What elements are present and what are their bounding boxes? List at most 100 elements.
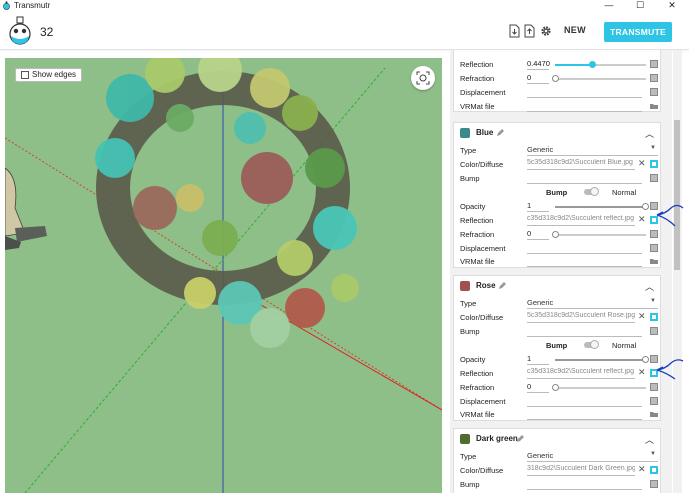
edit-pencil-icon[interactable] [496,128,505,137]
close-button[interactable]: ✕ [656,0,688,12]
import-icon[interactable] [508,24,520,38]
bump-field[interactable] [527,326,642,337]
minimize-button[interactable]: — [593,0,625,12]
transmutr-logo-icon [9,16,31,45]
color-diffuse-path[interactable]: 5c35d318c9d2\Succulent Rose.jpg [527,312,635,323]
opacity-value[interactable]: 1 [527,354,549,365]
material-name: Rose [476,281,496,290]
clear-texture-icon[interactable]: ✕ [638,311,646,322]
texture-active-icon[interactable] [650,160,658,168]
scrollbar-thumb[interactable] [674,120,680,270]
vrmat-field[interactable] [527,101,642,112]
material-header[interactable]: Blue ︿ [454,123,660,141]
texture-icon[interactable] [650,244,658,252]
opacity-slider-knob[interactable] [642,203,649,210]
displacement-row: Displacement [460,243,658,255]
show-edges-toggle[interactable]: Show edges [15,68,83,82]
reflection-path[interactable]: c35d318c9d2\Succulent reflect.jpg [527,215,635,226]
dropdown-arrow-icon: ▼ [650,451,656,457]
opacity-slider[interactable] [555,206,646,208]
maximize-button[interactable]: ☐ [624,0,656,12]
bump-field[interactable] [527,479,642,490]
vrmat-row: VRMat file [460,101,658,113]
settings-gear-icon[interactable] [540,24,552,38]
opacity-slider[interactable] [555,359,646,361]
texture-icon[interactable] [650,327,658,335]
new-button[interactable]: NEW [564,25,586,35]
texture-icon[interactable] [650,230,658,238]
folder-icon[interactable] [650,410,658,418]
opacity-label: Opacity [460,202,486,211]
opacity-row: Opacity 1 [460,354,658,366]
material-name: Blue [476,128,494,137]
texture-icon[interactable] [650,480,658,488]
show-edges-checkbox[interactable] [21,71,29,79]
bump-row: Bump [460,326,658,338]
refraction-slider[interactable] [555,387,646,389]
texture-icon[interactable] [650,74,658,82]
texture-active-icon[interactable] [650,466,658,474]
clear-texture-icon[interactable]: ✕ [638,367,646,378]
bump-normal-toggle-row: Bump Normal [460,340,656,352]
vrmat-field[interactable] [527,409,642,420]
displacement-label: Displacement [460,88,506,97]
color-diffuse-path[interactable]: 5c35d318c9d2\Succulent Blue.jpg [527,159,635,170]
displacement-field[interactable] [527,243,642,254]
texture-icon[interactable] [650,88,658,96]
bump-normal-switch[interactable] [584,340,599,349]
opacity-slider-knob[interactable] [642,356,649,363]
color-diffuse-path[interactable]: 318c9d2\Succulent Dark Green.jpg [527,465,635,476]
refraction-value[interactable]: 0 [527,382,549,393]
refraction-slider-knob[interactable] [552,231,559,238]
reflection-row: Reflection c35d318c9d2\Succulent reflect… [460,367,658,380]
folder-icon[interactable] [650,257,658,265]
texture-icon[interactable] [650,174,658,182]
refraction-slider[interactable] [555,234,646,236]
texture-icon[interactable] [650,397,658,405]
clear-texture-icon[interactable]: ✕ [638,464,646,475]
reset-camera-button[interactable] [411,66,435,90]
reflection-slider-knob[interactable] [589,61,596,68]
edit-pencil-icon[interactable] [516,434,525,443]
color-diffuse-label: Color/Diffuse [460,466,504,475]
panel-scrollbar[interactable] [673,50,682,493]
material-swatch [460,434,470,444]
type-value: Generic [527,451,554,460]
reflection-slider[interactable] [555,64,646,66]
refraction-slider-knob[interactable] [552,384,559,391]
edit-pencil-icon[interactable] [498,281,507,290]
chevron-up-icon[interactable]: ︿ [645,127,654,140]
3d-viewport[interactable]: Show edges [5,58,442,493]
refraction-label: Refraction [460,74,495,83]
type-label: Type [460,299,477,308]
refraction-value[interactable]: 0 [527,229,549,240]
reflection-path[interactable]: c35d318c9d2\Succulent reflect.jpg [527,368,635,379]
bump-normal-switch[interactable] [584,187,599,196]
type-select[interactable]: Generic ▼ [527,451,658,462]
material-card-blue: Blue ︿ Type Generic ▼ Color/Diffuse 5c35d… [453,122,661,268]
folder-icon[interactable] [650,102,658,110]
texture-icon[interactable] [650,60,658,68]
refraction-value[interactable]: 0 [527,73,549,84]
material-header[interactable]: Rose ︿ [454,276,660,294]
clear-texture-icon[interactable]: ✕ [638,158,646,169]
chevron-up-icon[interactable]: ︿ [645,433,654,446]
clear-texture-icon[interactable]: ✕ [638,214,646,225]
export-icon[interactable] [523,24,535,38]
reflection-value[interactable]: 0.4470 [527,59,550,70]
displacement-field[interactable] [527,396,642,407]
refraction-slider[interactable] [555,78,646,80]
chevron-up-icon[interactable]: ︿ [645,280,654,293]
type-select[interactable]: Generic ▼ [527,298,658,309]
opacity-value[interactable]: 1 [527,201,549,212]
texture-active-icon[interactable] [650,313,658,321]
bump-field[interactable] [527,173,642,184]
displacement-field[interactable] [527,87,642,98]
type-select[interactable]: Generic ▼ [527,145,658,156]
vrmat-field[interactable] [527,256,642,267]
camera-reset-icon [416,71,430,85]
transmute-button[interactable]: TRANSMUTE [604,22,672,42]
reflection-label: Reflection [460,216,494,225]
refraction-slider-knob[interactable] [552,75,559,82]
material-header[interactable]: Dark green ︿ [454,429,660,447]
